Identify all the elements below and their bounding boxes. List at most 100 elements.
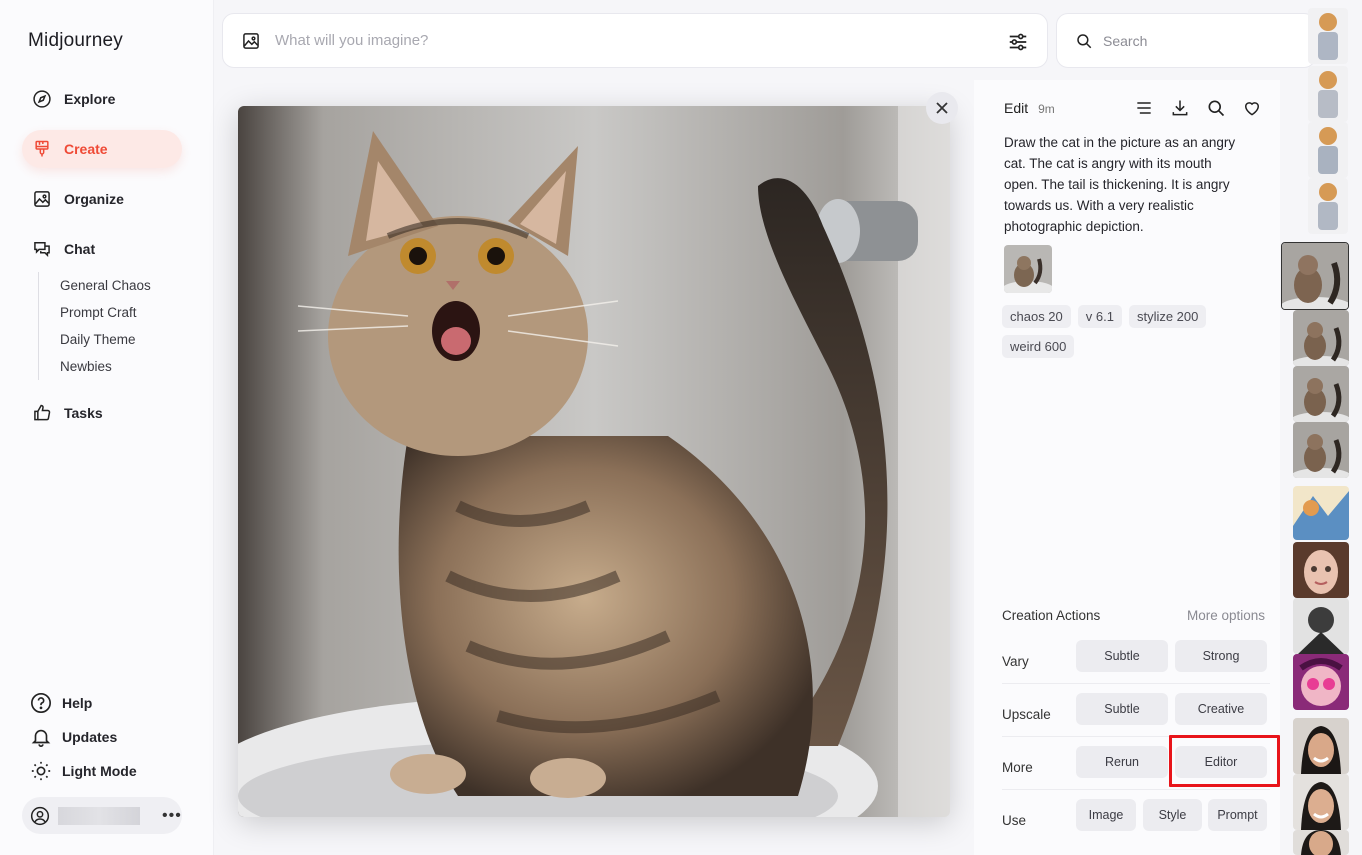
- close-viewer-button[interactable]: [926, 92, 958, 124]
- updates-label: Updates: [62, 729, 118, 745]
- nav-organize-label: Organize: [64, 191, 124, 207]
- thumb-image: [1308, 8, 1348, 64]
- prompt-text: Draw the cat in the picture as an angry …: [1004, 135, 1236, 234]
- thumb-image: [1293, 310, 1349, 366]
- thumb-image: [1293, 422, 1349, 478]
- nav-chat-label: Chat: [64, 241, 96, 257]
- nav-explore[interactable]: Explore: [22, 80, 182, 118]
- thumbs-up-icon: [34, 404, 51, 421]
- vary-strong-button[interactable]: Strong: [1175, 640, 1267, 672]
- upscale-creative-button[interactable]: Creative: [1175, 693, 1267, 725]
- image-upload-icon[interactable]: [241, 31, 261, 51]
- heart-icon[interactable]: [1242, 98, 1262, 118]
- more-options-link[interactable]: More options: [1187, 608, 1265, 623]
- search-input[interactable]: [1103, 32, 1303, 49]
- user-menu[interactable]: •••: [22, 797, 182, 834]
- chat-icon: [34, 242, 50, 258]
- more-options-icon[interactable]: •••: [162, 807, 182, 825]
- generated-image[interactable]: [238, 106, 950, 817]
- settings-sliders-icon[interactable]: [1007, 31, 1029, 53]
- history-thumb[interactable]: [1293, 654, 1349, 710]
- history-thumb[interactable]: [1293, 830, 1349, 855]
- updates-link[interactable]: Updates: [30, 726, 117, 748]
- detail-panel: Edit 9m Draw the cat in the picture as a…: [974, 80, 1280, 855]
- image-viewer: [214, 80, 974, 855]
- help-icon: [31, 693, 51, 713]
- prompt-bar: [222, 13, 1048, 68]
- history-thumb[interactable]: [1293, 598, 1349, 654]
- thumb-image: [1293, 598, 1349, 654]
- vary-row: Vary Subtle Strong: [1002, 640, 1270, 684]
- thumb-image: [1293, 486, 1349, 540]
- vary-subtle-button[interactable]: Subtle: [1076, 640, 1168, 672]
- light-mode-toggle[interactable]: Light Mode: [30, 760, 137, 782]
- history-thumb[interactable]: [1293, 774, 1349, 830]
- brand-logo[interactable]: Midjourney: [28, 30, 123, 52]
- history-thumb[interactable]: [1293, 542, 1349, 598]
- param-weird[interactable]: weird 600: [1002, 335, 1075, 358]
- thumb-image: [1293, 774, 1349, 830]
- nav-tasks[interactable]: Tasks: [22, 394, 182, 432]
- user-avatar-icon: [30, 806, 50, 825]
- nav-explore-label: Explore: [64, 91, 116, 107]
- upscale-subtle-button[interactable]: Subtle: [1076, 693, 1168, 725]
- thumb-image: [1293, 718, 1349, 774]
- rerun-button[interactable]: Rerun: [1076, 746, 1168, 778]
- reference-image: [1004, 245, 1052, 293]
- brush-icon: [35, 140, 49, 157]
- cat-image: [238, 106, 950, 817]
- help-link[interactable]: Help: [30, 692, 92, 714]
- prompt-input[interactable]: [275, 32, 975, 49]
- history-thumb[interactable]: [1293, 486, 1349, 540]
- detail-header: Edit 9m: [1004, 100, 1055, 116]
- history-thumb[interactable]: [1308, 8, 1348, 64]
- use-style-button[interactable]: Style: [1143, 799, 1202, 831]
- channel-prompt-craft[interactable]: Prompt Craft: [60, 305, 137, 320]
- help-label: Help: [62, 695, 93, 711]
- nav-create[interactable]: Create: [22, 130, 182, 168]
- param-stylize[interactable]: stylize 200: [1128, 305, 1207, 328]
- creation-actions-title: Creation Actions: [1002, 608, 1101, 623]
- search-similar-icon[interactable]: [1206, 98, 1226, 118]
- download-icon[interactable]: [1170, 98, 1190, 118]
- history-thumb[interactable]: [1308, 122, 1348, 178]
- history-thumb[interactable]: [1293, 366, 1349, 422]
- use-label: Use: [1002, 813, 1027, 828]
- detail-toolbar: [1134, 98, 1262, 118]
- reference-image-thumbnail[interactable]: [1004, 245, 1052, 293]
- param-chaos[interactable]: chaos 20: [1002, 305, 1071, 328]
- more-label: More: [1002, 760, 1033, 775]
- nav-chat[interactable]: Chat: [22, 230, 182, 268]
- thumb-image: [1293, 366, 1349, 422]
- history-thumbnail-strip: [1280, 0, 1362, 855]
- use-image-button[interactable]: Image: [1076, 799, 1136, 831]
- history-thumb[interactable]: [1308, 178, 1348, 234]
- upscale-label: Upscale: [1002, 707, 1051, 722]
- username-redacted: [58, 806, 140, 825]
- thumb-image: [1282, 243, 1348, 309]
- channel-newbies[interactable]: Newbies: [60, 359, 112, 374]
- thumb-image: [1308, 66, 1348, 122]
- edit-label[interactable]: Edit: [1004, 100, 1028, 116]
- history-thumb-selected[interactable]: [1281, 242, 1349, 310]
- image-age: 9m: [1038, 102, 1055, 116]
- history-thumb[interactable]: [1308, 66, 1348, 122]
- close-icon: [936, 102, 948, 114]
- parameter-chips: chaos 20 v 6.1 stylize 200 weird 600: [1002, 305, 1252, 358]
- param-version[interactable]: v 6.1: [1077, 305, 1122, 328]
- use-prompt-button[interactable]: Prompt: [1208, 799, 1267, 831]
- thumb-image: [1308, 122, 1348, 178]
- search-icon: [1077, 33, 1092, 48]
- nav-organize[interactable]: Organize: [22, 180, 182, 218]
- channel-general-chaos[interactable]: General Chaos: [60, 278, 151, 293]
- channel-daily-theme[interactable]: Daily Theme: [60, 332, 136, 347]
- history-thumb[interactable]: [1293, 310, 1349, 366]
- thumb-image: [1293, 542, 1349, 598]
- sun-icon: [31, 761, 51, 781]
- thumb-image: [1293, 830, 1349, 855]
- menu-lines-icon[interactable]: [1134, 98, 1154, 118]
- use-row: Use Image Style Prompt: [1002, 799, 1270, 843]
- history-thumb[interactable]: [1293, 422, 1349, 478]
- nav-create-label: Create: [64, 141, 108, 157]
- history-thumb[interactable]: [1293, 718, 1349, 774]
